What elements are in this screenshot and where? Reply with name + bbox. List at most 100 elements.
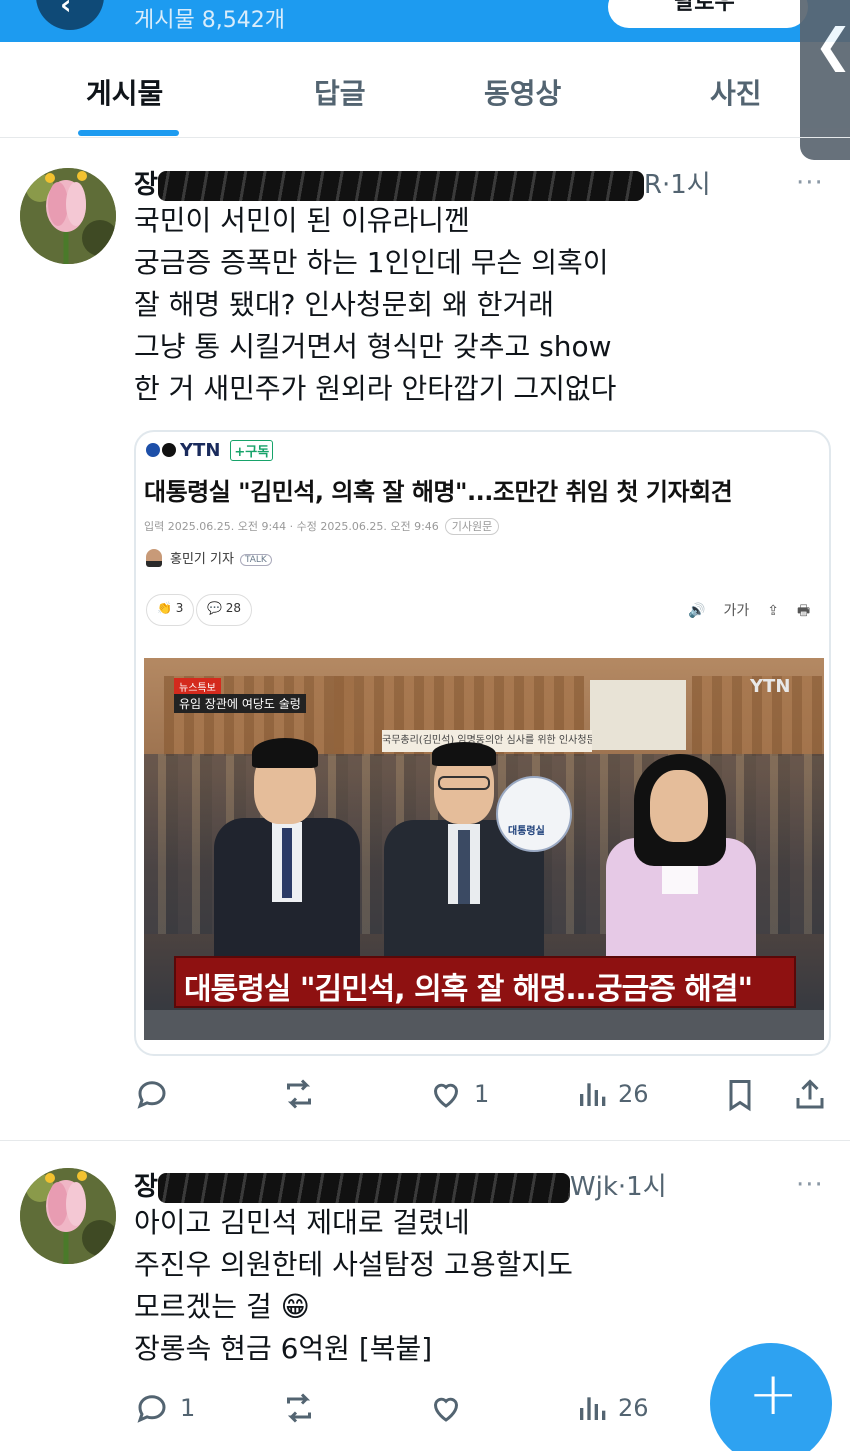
news-broadcast-image: 국무총리(김민석) 임명동의안 심사를 위한 인사청문회 YTN 뉴스특보 유임… [144, 658, 824, 1040]
follow-button[interactable]: 팔로우 [608, 0, 808, 28]
seal-label: 대통령실 [508, 826, 545, 837]
tweet-actions: 1 26 [0, 1076, 850, 1116]
article-tools: 🔊 가가 ⇪ 🖶 [688, 600, 828, 624]
presidential-office-seal: 대통령실 [496, 776, 572, 852]
subscribe-button[interactable]: +구독 [230, 440, 274, 461]
article-title: 대통령실 "김민석, 의혹 잘 해명"...조만간 취임 첫 기자회견 [144, 478, 733, 506]
profile-tabs: 게시물 답글 동영상 사진 [0, 42, 850, 138]
news-caption-bar: 대통령실 "김민석, 의혹 잘 해명…궁금증 해결" [174, 956, 796, 1008]
tweet-line: 모르겠는 걸 😁 [134, 1290, 310, 1323]
author-name[interactable]: 장 [134, 1172, 158, 1202]
source-name: YTN [180, 440, 221, 461]
heart-icon [433, 1083, 459, 1108]
tweet-text: 아이고 김민석 제대로 걸렸네 주진우 의원한테 사설탐정 고용할지도 모르겠는… [134, 1202, 573, 1370]
embedded-news-card[interactable]: YTN +구독 대통령실 "김민석, 의혹 잘 해명"...조만간 취임 첫 기자… [134, 430, 831, 1056]
share-icon: ⇪ [767, 603, 779, 619]
views-chart-icon [580, 1397, 606, 1420]
ytn-watermark: YTN [750, 676, 791, 697]
bookmark-icon [729, 1080, 751, 1112]
views-count: 26 [618, 1080, 649, 1108]
bookmark-button[interactable] [722, 1076, 758, 1114]
profile-header-bar: ‹ 게시물 8,542개 팔로우 [0, 0, 850, 42]
tweet-text: 국민이 서민이 된 이유라니껜 궁금증 증폭만 하는 1인인데 무슨 의혹이 잘… [134, 200, 616, 410]
tweet-line: 궁금증 증폭만 하는 1인인데 무슨 의혹이 [134, 246, 609, 279]
article-timestamp: 입력 2025.06.25. 오전 9:44 · 수정 2025.06.25. … [144, 520, 439, 533]
tweet-line: 잘 해명 됐대? 인사청문회 왜 한거래 [134, 288, 555, 321]
font-size-icon: 가가 [723, 603, 750, 619]
like-count: 1 [474, 1080, 490, 1108]
ytn-logo-dot [162, 443, 176, 457]
reporter-name: 홍민기 기자 [170, 552, 234, 567]
post-count: 게시물 8,542개 [134, 8, 285, 33]
article-comments-count: 28 [225, 601, 242, 615]
tab-posts[interactable]: 게시물 [86, 72, 163, 112]
more-options-icon[interactable]: ··· [796, 168, 824, 198]
views-button[interactable]: 26 [576, 1076, 649, 1112]
article-likes: 👏 3 [146, 594, 195, 626]
back-button[interactable]: ‹ [36, 0, 104, 30]
redacted-handle [157, 1172, 570, 1203]
repost-button[interactable] [280, 1390, 328, 1426]
heart-icon [433, 1397, 459, 1422]
clap-icon: 👏 [157, 601, 172, 615]
tab-photos[interactable]: 사진 [710, 72, 762, 112]
avatar[interactable] [20, 1168, 116, 1264]
like-button[interactable] [428, 1390, 474, 1426]
ytn-logo-dot [146, 443, 160, 457]
tweet-line: 한 거 새민주가 원외라 안타깝기 그지없다 [134, 372, 617, 405]
caption-strip [144, 1010, 824, 1040]
repost-button[interactable] [280, 1076, 328, 1112]
reply-button[interactable]: 1 [134, 1390, 195, 1426]
author-name[interactable]: 장 [134, 170, 158, 200]
tweet-line: 아이고 김민석 제대로 걸렸네 [134, 1206, 470, 1239]
breaking-news-label: 뉴스특보 [174, 678, 221, 695]
comment-icon: 💬 [207, 601, 222, 615]
like-button[interactable]: 1 [428, 1076, 489, 1112]
speaker-icon: 🔊 [688, 603, 706, 619]
tweet-line: 주진우 의원한테 사설탐정 고용할지도 [134, 1248, 573, 1281]
tab-videos[interactable]: 동영상 [484, 72, 561, 112]
talk-badge: TALK [239, 554, 272, 566]
repost-icon [287, 1393, 311, 1423]
share-button[interactable] [792, 1076, 828, 1114]
more-options-icon[interactable]: ··· [796, 1170, 824, 1200]
tweet-line: 장롱속 현금 6억원 [복붙] [134, 1332, 433, 1365]
wall-screen [590, 680, 686, 750]
tweet-header: 장 Wjk·1시 [134, 1166, 667, 1203]
reporter: 홍민기 기자 TALK [146, 548, 272, 567]
article-date: 입력 2025.06.25. 오전 9:44 · 수정 2025.06.25. … [144, 518, 500, 535]
plus-icon: + [748, 1359, 799, 1429]
tweet-line: 그냥 통 시킬거면서 형식만 갖추고 show [134, 330, 612, 363]
repost-icon [287, 1079, 311, 1109]
share-icon [796, 1079, 824, 1109]
tweet-time: ·1시 [617, 1172, 667, 1202]
tweet-header: 장 R·1시 [134, 164, 711, 201]
author-handle-tail: R [643, 170, 662, 200]
chevron-left-icon: ‹ [60, 0, 72, 21]
subscribe-label: 구독 [245, 445, 270, 460]
print-icon: 🖶 [796, 603, 811, 619]
article-likes-count: 3 [175, 601, 184, 615]
breaking-news-subtitle: 유임 장관에 여당도 술렁 [174, 694, 306, 713]
follow-button-label: 팔로우 [674, 0, 735, 15]
original-article-tag: 기사원문 [444, 518, 500, 535]
active-tab-indicator [78, 130, 179, 136]
reply-button[interactable] [134, 1076, 180, 1112]
reply-count: 1 [180, 1394, 196, 1422]
views-count: 26 [618, 1394, 649, 1422]
redacted-handle [157, 170, 644, 201]
views-chart-icon [580, 1083, 606, 1106]
reply-icon [137, 1081, 166, 1109]
tweet-divider [0, 1140, 850, 1141]
views-button[interactable]: 26 [576, 1390, 649, 1426]
avatar[interactable] [20, 168, 116, 264]
author-handle-tail: Wjk [569, 1172, 618, 1202]
news-source: YTN +구독 [146, 440, 274, 461]
article-comments: 💬 28 [196, 594, 253, 626]
reporter-avatar [146, 549, 162, 567]
tweet-time: ·1시 [662, 170, 711, 200]
news-caption: 대통령실 "김민석, 의혹 잘 해명…궁금증 해결" [184, 972, 753, 1007]
tab-replies[interactable]: 답글 [314, 72, 366, 112]
tweet-line: 국민이 서민이 된 이유라니껜 [134, 204, 470, 237]
reply-icon [137, 1395, 166, 1423]
